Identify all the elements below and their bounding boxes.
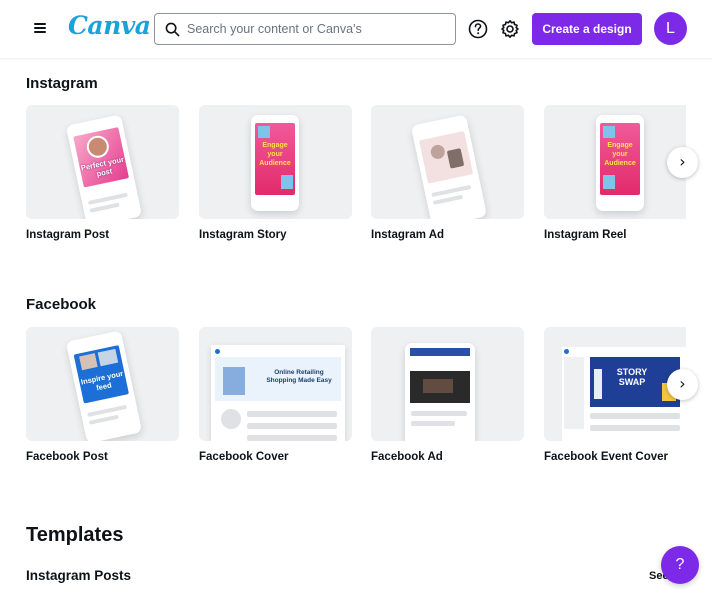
help-fab-button[interactable]: ? xyxy=(661,546,699,584)
instagram-next-button[interactable]: › xyxy=(667,147,698,178)
section-title-instagram: Instagram xyxy=(26,75,98,92)
instagram-story-thumb-text: Engage your Audience xyxy=(259,142,291,167)
question-circle-icon[interactable] xyxy=(467,18,489,40)
facebook-event-cover-thumbnail: STORY SWAP xyxy=(544,327,686,441)
instagram-posts-subheading: Instagram Posts xyxy=(26,568,132,583)
instagram-post-thumbnail: Perfect your post xyxy=(26,105,179,219)
facebook-cover-thumb-text: Online Retailing Shopping Made Easy xyxy=(266,369,332,384)
card-label: Instagram Post xyxy=(26,229,110,241)
top-navigation-bar: Canva Create a design L xyxy=(0,0,712,58)
card-label: Facebook Event Cover xyxy=(544,451,668,463)
search-box[interactable] xyxy=(154,13,456,45)
facebook-post-thumbnail: Inspire your feed xyxy=(26,327,179,441)
section-title-facebook: Facebook xyxy=(26,296,97,313)
chevron-right-icon: › xyxy=(679,374,686,393)
instagram-carousel: Perfect your post Instagram Post Engage … xyxy=(26,105,686,255)
card-label: Facebook Post xyxy=(26,451,108,463)
facebook-cover-thumbnail: Online Retailing Shopping Made Easy xyxy=(199,327,352,441)
card-label: Facebook Cover xyxy=(199,451,289,463)
instagram-reel-thumbnail: Engage your Audience xyxy=(544,105,686,219)
create-a-design-button[interactable]: Create a design xyxy=(532,13,642,45)
gear-icon[interactable] xyxy=(499,18,521,40)
hamburger-menu-icon[interactable] xyxy=(32,20,48,36)
avatar[interactable]: L xyxy=(654,12,687,45)
card-label: Instagram Story xyxy=(199,229,287,241)
instagram-story-thumbnail: Engage your Audience xyxy=(199,105,352,219)
canva-logo[interactable]: Canva xyxy=(68,11,151,40)
search-icon xyxy=(165,22,180,37)
card-label: Instagram Reel xyxy=(544,229,627,241)
instagram-reel-thumb-text: Engage your Audience xyxy=(604,142,636,167)
facebook-event-cover-thumb-text: STORY SWAP xyxy=(616,367,648,387)
search-input[interactable] xyxy=(187,18,449,40)
card-label: Instagram Ad xyxy=(371,229,445,241)
facebook-next-button[interactable]: › xyxy=(667,369,698,400)
facebook-carousel: Inspire your feed Facebook Post Online R… xyxy=(26,327,686,477)
chevron-right-icon: › xyxy=(679,152,686,171)
templates-heading: Templates xyxy=(26,524,124,546)
instagram-ad-thumbnail xyxy=(371,105,524,219)
facebook-ad-thumbnail xyxy=(371,327,524,441)
card-label: Facebook Ad xyxy=(371,451,443,463)
